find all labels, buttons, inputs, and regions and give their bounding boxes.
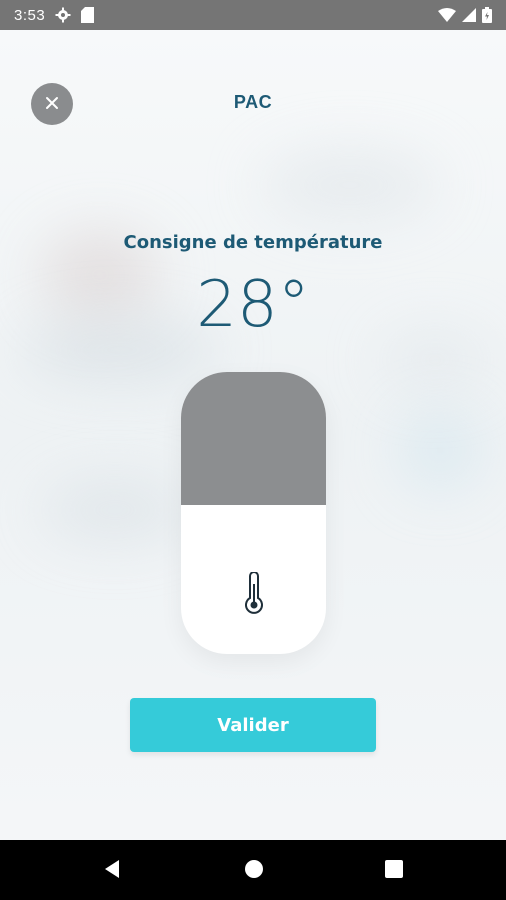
home-button[interactable] <box>243 860 265 882</box>
settings-icon <box>55 7 71 23</box>
status-left: 3:53 <box>14 6 95 24</box>
recents-button[interactable] <box>383 860 405 882</box>
wifi-icon <box>438 8 456 22</box>
signal-icon <box>462 8 476 22</box>
setpoint-label: Consigne de température <box>123 232 383 253</box>
thermometer-icon <box>242 571 266 618</box>
status-time: 3:53 <box>14 6 46 24</box>
battery-icon <box>482 7 492 23</box>
validate-button[interactable]: Valider <box>130 698 376 752</box>
recents-icon <box>385 860 403 882</box>
status-bar: 3:53 <box>0 0 506 30</box>
setpoint-value: 28° <box>196 268 310 342</box>
back-icon <box>102 859 122 883</box>
home-icon <box>244 859 264 883</box>
page-title: PAC <box>233 92 273 112</box>
status-right <box>438 7 492 23</box>
navigation-bar <box>0 840 506 900</box>
sd-card-icon <box>81 7 95 23</box>
back-button[interactable] <box>101 860 123 882</box>
temperature-slider[interactable] <box>181 372 326 654</box>
slider-fill <box>181 372 326 505</box>
